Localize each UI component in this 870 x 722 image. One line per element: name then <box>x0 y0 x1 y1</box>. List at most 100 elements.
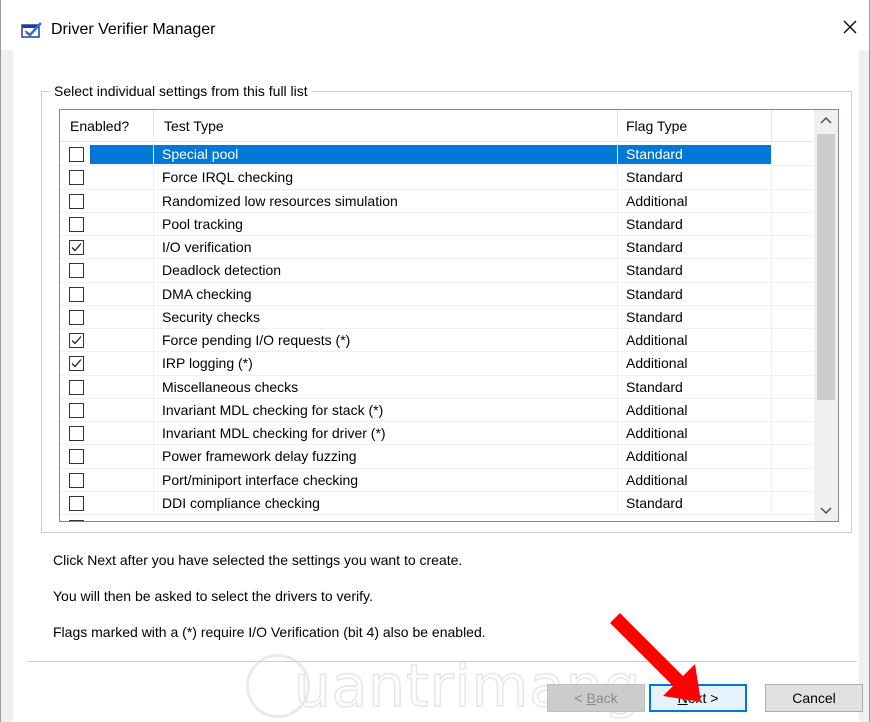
enabled-cell <box>60 329 154 352</box>
enabled-checkbox[interactable] <box>69 193 84 209</box>
enabled-checkbox[interactable] <box>69 286 84 302</box>
enabled-checkbox[interactable] <box>69 263 84 279</box>
filler-cell <box>772 190 814 213</box>
table-row[interactable]: Security checks Standard <box>60 305 814 329</box>
enabled-cell <box>60 468 154 492</box>
enabled-cell <box>60 305 154 329</box>
enabled-cell <box>60 491 154 515</box>
enabled-cell <box>60 259 154 283</box>
scroll-up-arrow-icon[interactable] <box>814 110 838 132</box>
table-row[interactable]: Invariant MDL checking for stack (*) Addi… <box>60 398 814 422</box>
enabled-checkbox[interactable] <box>69 333 84 348</box>
test-type-cell: Force pending I/O requests (*) <box>154 329 618 352</box>
column-header-test-type[interactable]: Test Type <box>154 110 618 142</box>
table-row[interactable]: Pool tracking Standard <box>60 212 814 236</box>
test-type-cell: Invariant MDL checking for stack (*) <box>154 398 618 422</box>
filler-cell <box>772 376 814 399</box>
scrollbar-thumb[interactable] <box>817 134 835 400</box>
column-header-filler <box>772 110 814 142</box>
checkmark-icon <box>71 359 82 368</box>
table-row-partial <box>60 516 814 521</box>
table-row[interactable]: Miscellaneous checks Standard <box>60 375 814 399</box>
table-row[interactable]: DMA checking Standard <box>60 282 814 306</box>
enabled-checkbox[interactable] <box>69 520 84 521</box>
flag-type-cell: Standard <box>618 282 772 306</box>
test-type-cell: Invariant MDL checking for driver (*) <box>154 422 618 445</box>
enabled-checkbox[interactable] <box>69 379 84 395</box>
enabled-checkbox[interactable] <box>69 449 84 465</box>
column-header-flag-type[interactable]: Flag Type <box>618 110 772 142</box>
flag-type-cell: Standard <box>618 259 772 283</box>
enabled-cell <box>60 143 154 166</box>
scroll-down-arrow-icon[interactable] <box>814 499 838 521</box>
flag-type-cell: Standard <box>618 143 772 166</box>
info-text-flags-note: Flags marked with a (*) require I/O Veri… <box>53 624 486 640</box>
filler-cell <box>772 259 814 282</box>
table-row[interactable]: Port/miniport interface checking Addition… <box>60 468 814 492</box>
next-button-rest: ext > <box>687 690 719 706</box>
next-button[interactable]: Next > <box>649 684 747 712</box>
enabled-checkbox[interactable] <box>69 170 84 186</box>
table-row[interactable]: DDI compliance checking Standard <box>60 491 814 515</box>
list-vertical-scrollbar[interactable] <box>814 110 838 521</box>
enabled-checkbox[interactable] <box>69 356 84 372</box>
title-bar: Driver Verifier Manager <box>1 0 869 50</box>
filler-cell <box>772 329 814 352</box>
enabled-checkbox[interactable] <box>69 402 84 418</box>
back-button[interactable]: < Back <box>547 684 645 712</box>
flag-type-cell: Standard <box>618 166 772 190</box>
enabled-checkbox[interactable] <box>69 216 84 232</box>
back-button-rest: ack <box>595 690 618 706</box>
table-row[interactable]: I/O verification Standard <box>60 236 814 260</box>
enabled-cell <box>60 445 154 469</box>
cancel-button[interactable]: Cancel <box>765 684 863 712</box>
test-type-cell: Deadlock detection <box>154 259 618 283</box>
test-type-cell: DMA checking <box>154 282 618 306</box>
flag-type-cell: Standard <box>618 491 772 515</box>
next-button-mnemonic: N <box>677 690 688 706</box>
filler-cell <box>772 422 814 445</box>
test-type-cell: I/O verification <box>154 236 618 259</box>
filler-cell <box>772 236 814 259</box>
groupbox-legend: Select individual settings from this ful… <box>50 83 312 99</box>
table-row[interactable]: Force pending I/O requests (*) Additional <box>60 329 814 353</box>
back-button-prefix: < <box>574 690 587 706</box>
table-row[interactable]: Force IRQL checking Standard <box>60 166 814 190</box>
flag-type-cell: Additional <box>618 189 772 213</box>
enabled-checkbox[interactable] <box>69 426 84 441</box>
flag-type-cell: Additional <box>618 329 772 352</box>
enabled-cell <box>60 422 154 445</box>
test-type-cell: Randomized low resources simulation <box>154 189 618 213</box>
table-row[interactable]: Special pool Standard <box>60 143 814 167</box>
enabled-cell <box>60 189 154 213</box>
table-row[interactable]: IRP logging (*) Additional <box>60 352 814 376</box>
checkmark-icon <box>71 243 82 252</box>
enabled-checkbox[interactable] <box>69 240 84 255</box>
table-row[interactable]: Deadlock detection Standard <box>60 259 814 283</box>
test-type-cell: IRP logging (*) <box>154 352 618 376</box>
flag-type-cell: Standard <box>618 212 772 236</box>
test-type-cell: Security checks <box>154 305 618 329</box>
table-row[interactable]: Randomized low resources simulation Addit… <box>60 189 814 213</box>
enabled-checkbox[interactable] <box>69 472 84 488</box>
back-button-mnemonic: B <box>586 690 596 706</box>
column-header-enabled[interactable]: Enabled? <box>60 110 154 142</box>
test-type-cell: Special pool <box>154 143 618 166</box>
window-title: Driver Verifier Manager <box>51 21 216 38</box>
flag-type-cell: Additional <box>618 398 772 422</box>
close-icon[interactable] <box>839 16 861 38</box>
filler-cell <box>772 445 814 468</box>
flag-type-cell: Additional <box>618 468 772 492</box>
filler-cell <box>772 166 814 189</box>
enabled-checkbox[interactable] <box>69 495 84 511</box>
list-rows: Special pool Standard Force IRQL checking S… <box>60 143 814 515</box>
enabled-cell <box>60 212 154 236</box>
table-row[interactable]: Power framework delay fuzzing Additional <box>60 445 814 469</box>
filler-cell <box>772 469 814 492</box>
enabled-checkbox[interactable] <box>69 147 84 162</box>
settings-list[interactable]: Enabled? Test Type Flag Type Special poo… <box>59 109 839 522</box>
filler-cell <box>772 492 814 515</box>
enabled-checkbox[interactable] <box>69 309 84 325</box>
footer-divider <box>27 661 857 662</box>
table-row[interactable]: Invariant MDL checking for driver (*) Add… <box>60 422 814 446</box>
